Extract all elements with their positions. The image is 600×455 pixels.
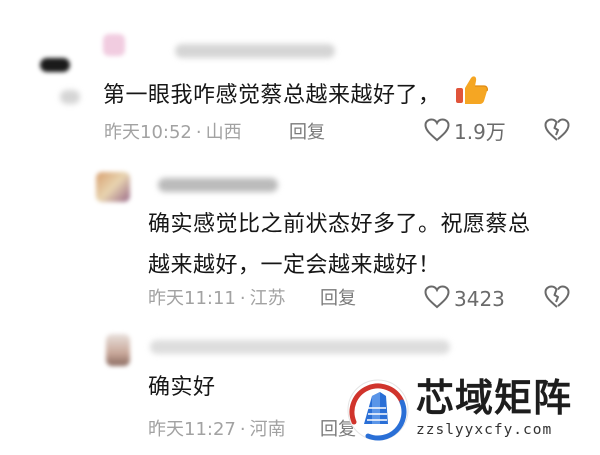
like-count: 1.9万 (454, 120, 506, 144)
comment-time: 昨天11:11 (148, 288, 236, 309)
username-blurred (60, 90, 80, 104)
dislike-button[interactable] (544, 118, 570, 146)
reply-button[interactable]: 回复 (289, 120, 325, 146)
comment-text-line: 越来越好，一定会越来越好！ (148, 253, 441, 278)
like-count: 3423 (454, 287, 505, 311)
meta-separator: · (239, 288, 246, 309)
heart-icon (424, 118, 450, 146)
comment-location: 山西 (205, 122, 242, 143)
reply-button[interactable]: 回复 (320, 286, 356, 312)
comment-text: 确实感觉比之前状态好多了。祝愿蔡总 越来越好，一定会越来越好！ (148, 206, 531, 285)
watermark: 芯域矩阵 zzslyyxcfy.com (346, 372, 596, 452)
avatar[interactable] (103, 34, 125, 56)
username-blurred (175, 44, 335, 58)
heart-icon (424, 285, 450, 313)
comment-meta: 昨天10:52 · 山西 (104, 120, 242, 146)
username-blurred (150, 340, 450, 354)
username-blurred[interactable] (40, 58, 70, 72)
watermark-url: zzslyyxcfy.com (416, 422, 553, 438)
comment-location: 江苏 (249, 288, 286, 309)
comment-text-line: 确实感觉比之前状态好多了。祝愿蔡总 (148, 212, 531, 237)
broken-heart-icon (544, 118, 570, 146)
comment-meta: 昨天11:11 · 江苏 (148, 286, 286, 312)
comment-location: 河南 (249, 419, 286, 440)
avatar[interactable] (106, 334, 130, 366)
watermark-title: 芯域矩阵 (416, 376, 573, 420)
comment-time: 昨天10:52 (104, 122, 192, 143)
dislike-button[interactable] (544, 285, 570, 313)
comment-text: 第一眼我咋感觉蔡总越来越好了， (103, 74, 488, 119)
comment-time: 昨天11:27 (148, 419, 236, 440)
comment-meta: 昨天11:27 · 河南 (148, 417, 286, 443)
meta-separator: · (195, 122, 202, 143)
watermark-logo-icon (346, 378, 410, 442)
broken-heart-icon (544, 285, 570, 313)
like-button[interactable]: 3423 (424, 285, 505, 313)
comment-text: 确实好 (148, 375, 216, 400)
like-button[interactable]: 1.9万 (424, 118, 506, 146)
thumbs-up-emoji-icon (454, 74, 488, 119)
avatar[interactable] (96, 172, 130, 202)
username-blurred (158, 178, 278, 192)
meta-separator: · (239, 419, 246, 440)
